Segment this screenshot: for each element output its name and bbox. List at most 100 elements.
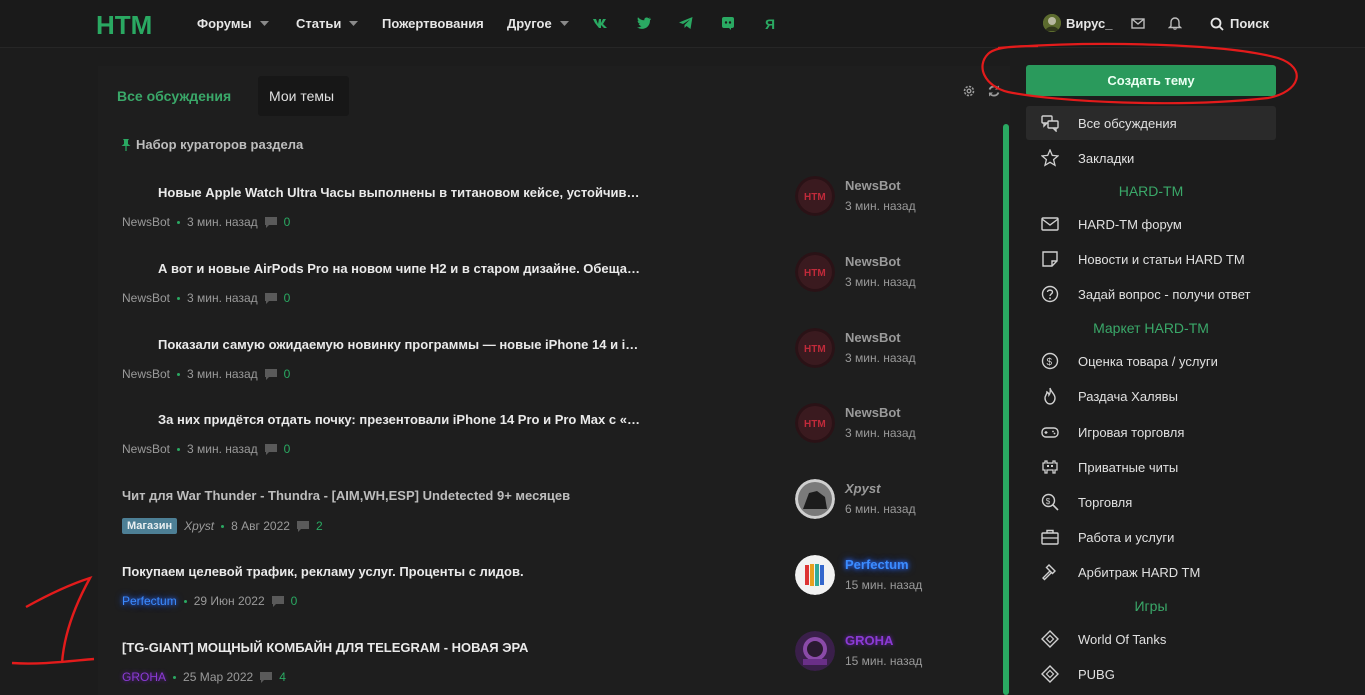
sidebar-item-rating[interactable]: $ Оценка товара / услуги <box>1026 344 1276 378</box>
thread-author[interactable]: NewsBot <box>122 367 170 381</box>
vk-icon[interactable] <box>592 15 608 31</box>
gear-icon[interactable] <box>962 84 976 98</box>
sidebar-item-label: World Of Tanks <box>1078 631 1167 647</box>
scrollbar[interactable] <box>1003 124 1009 695</box>
thread-author[interactable]: Xpyst <box>184 519 214 533</box>
thread-title[interactable]: Новые Apple Watch Ultra Часы выполнены в… <box>158 185 678 200</box>
nav-other[interactable]: Другое <box>507 16 569 31</box>
last-post-time[interactable]: 3 мин. назад <box>845 199 916 213</box>
thread-author[interactable]: Perfectum <box>122 594 177 608</box>
thread-meta: NewsBot 3 мин. назад 0 <box>122 442 290 456</box>
tab-all-discussions[interactable]: Все обсуждения <box>106 76 242 116</box>
twitter-icon[interactable] <box>636 15 652 31</box>
last-poster[interactable]: NewsBot <box>845 405 901 420</box>
chevron-down-icon[interactable] <box>559 20 569 27</box>
comment-icon <box>264 216 277 228</box>
avatar[interactable]: HTM <box>795 403 835 443</box>
thread-author[interactable]: NewsBot <box>122 291 170 305</box>
sidebar-item-game-trade[interactable]: Игровая торговля <box>1026 415 1276 449</box>
nav-donations[interactable]: Пожертвования <box>382 16 484 31</box>
refresh-icon[interactable] <box>987 84 1001 98</box>
search-button[interactable]: Поиск <box>1210 16 1269 31</box>
sidebar-item-news[interactable]: Новости и статьи HARD TM <box>1026 242 1276 276</box>
avatar[interactable]: HTM <box>795 252 835 292</box>
reply-count: 2 <box>315 519 323 533</box>
thread-author[interactable]: NewsBot <box>122 215 170 229</box>
last-post-time[interactable]: 15 мин. назад <box>845 654 922 668</box>
sidebar-item-all-discussions[interactable]: Все обсуждения <box>1026 106 1276 140</box>
sidebar-item-label: Арбитраж HARD TM <box>1078 564 1201 580</box>
user-menu[interactable]: Вирус_ <box>1043 14 1113 32</box>
meta-separator <box>177 220 181 224</box>
thread-meta: Магазин Xpyst 8 Авг 2022 2 <box>122 518 323 534</box>
chevron-down-icon[interactable] <box>349 20 359 27</box>
nav-forums[interactable]: Форумы <box>197 16 269 31</box>
last-post-time[interactable]: 15 мин. назад <box>845 578 922 592</box>
meta-separator <box>177 296 181 300</box>
last-post-time[interactable]: 3 мин. назад <box>845 351 916 365</box>
pinned-label: Набор кураторов раздела <box>136 137 304 152</box>
thread-time[interactable]: 29 Июн 2022 <box>194 594 265 608</box>
sidebar-item-label: Торговля <box>1078 494 1133 510</box>
thread-time[interactable]: 3 мин. назад <box>187 367 258 381</box>
last-poster[interactable]: NewsBot <box>845 330 901 345</box>
last-poster[interactable]: GROHA <box>845 633 893 648</box>
avatar[interactable]: HTM <box>795 176 835 216</box>
create-thread-button[interactable]: Создать тему <box>1026 65 1276 96</box>
pinned-thread[interactable]: Набор кураторов раздела <box>121 137 303 152</box>
thread-title[interactable]: За них придётся отдать почку: презентова… <box>158 412 678 427</box>
telegram-icon[interactable] <box>678 15 694 31</box>
avatar[interactable] <box>795 555 835 595</box>
sidebar-item-pubg[interactable]: PUBG <box>1026 657 1276 691</box>
avatar[interactable] <box>795 479 835 519</box>
thread-title[interactable]: [TG-GIANT] МОЩНЫЙ КОМБАЙН ДЛЯ TELEGRAM -… <box>122 640 722 655</box>
discord-icon[interactable] <box>720 15 736 31</box>
thread-time[interactable]: 8 Авг 2022 <box>231 519 290 533</box>
svg-text:Я: Я <box>765 16 775 31</box>
envelope-icon[interactable] <box>1131 16 1145 30</box>
last-poster[interactable]: NewsBot <box>845 254 901 269</box>
sidebar-item-qa[interactable]: Задай вопрос - получи ответ <box>1026 277 1276 311</box>
briefcase-icon <box>1041 529 1059 545</box>
thread-time[interactable]: 25 Мар 2022 <box>183 670 253 684</box>
thread-title[interactable]: А вот и новые AirPods Pro на новом чипе … <box>158 261 678 276</box>
avatar[interactable] <box>795 631 835 671</box>
sidebar-item-world-of-tanks[interactable]: World Of Tanks <box>1026 622 1276 656</box>
nav-articles[interactable]: Статьи <box>296 16 359 31</box>
meta-separator <box>177 372 181 376</box>
sidebar-item-bookmarks[interactable]: Закладки <box>1026 141 1276 175</box>
thread-title[interactable]: Покупаем целевой трафик, рекламу услуг. … <box>122 564 722 579</box>
thread-title[interactable]: Чит для War Thunder - Thundra - [AIM,WH,… <box>122 488 722 503</box>
sidebar-item-arbitration[interactable]: Арбитраж HARD TM <box>1026 555 1276 589</box>
thread-title[interactable]: Показали самую ожидаемую новинку програм… <box>158 337 678 352</box>
sidebar-item-freebies[interactable]: Раздача Халявы <box>1026 379 1276 413</box>
chevron-down-icon[interactable] <box>259 20 269 27</box>
tab-my-threads[interactable]: Мои темы <box>258 76 349 116</box>
sidebar-item-trading[interactable]: $ Торговля <box>1026 485 1276 519</box>
sidebar-item-label: Все обсуждения <box>1078 115 1177 131</box>
bell-icon[interactable] <box>1168 16 1182 30</box>
sidebar-item-private-cheats[interactable]: Приватные читы <box>1026 450 1276 484</box>
last-post-time[interactable]: 3 мин. назад <box>845 426 916 440</box>
thread-author[interactable]: GROHA <box>122 670 166 684</box>
last-post-time[interactable]: 3 мин. назад <box>845 275 916 289</box>
thread-time[interactable]: 3 мин. назад <box>187 291 258 305</box>
last-post-time[interactable]: 6 мин. назад <box>845 502 916 516</box>
sidebar-item-jobs[interactable]: Работа и услуги <box>1026 520 1276 554</box>
last-poster[interactable]: Xpyst <box>845 481 880 496</box>
yandex-icon[interactable]: Я <box>762 15 778 32</box>
thread-time[interactable]: 3 мин. назад <box>187 442 258 456</box>
create-thread-label: Создать тему <box>1107 73 1195 88</box>
thread-time[interactable]: 3 мин. назад <box>187 215 258 229</box>
avatar[interactable]: HTM <box>795 328 835 368</box>
comment-icon <box>271 595 284 607</box>
svg-text:HTM: HTM <box>96 12 152 38</box>
sidebar-item-label: Задай вопрос - получи ответ <box>1078 286 1251 302</box>
last-poster[interactable]: Perfectum <box>845 557 909 572</box>
svg-text:$: $ <box>1046 497 1051 506</box>
sidebar-item-hardtm-forum[interactable]: HARD-TM форум <box>1026 207 1276 241</box>
thread-author[interactable]: NewsBot <box>122 442 170 456</box>
prefix-badge[interactable]: Магазин <box>122 518 178 534</box>
last-poster[interactable]: NewsBot <box>845 178 901 193</box>
site-logo[interactable]: HTM <box>96 12 152 38</box>
